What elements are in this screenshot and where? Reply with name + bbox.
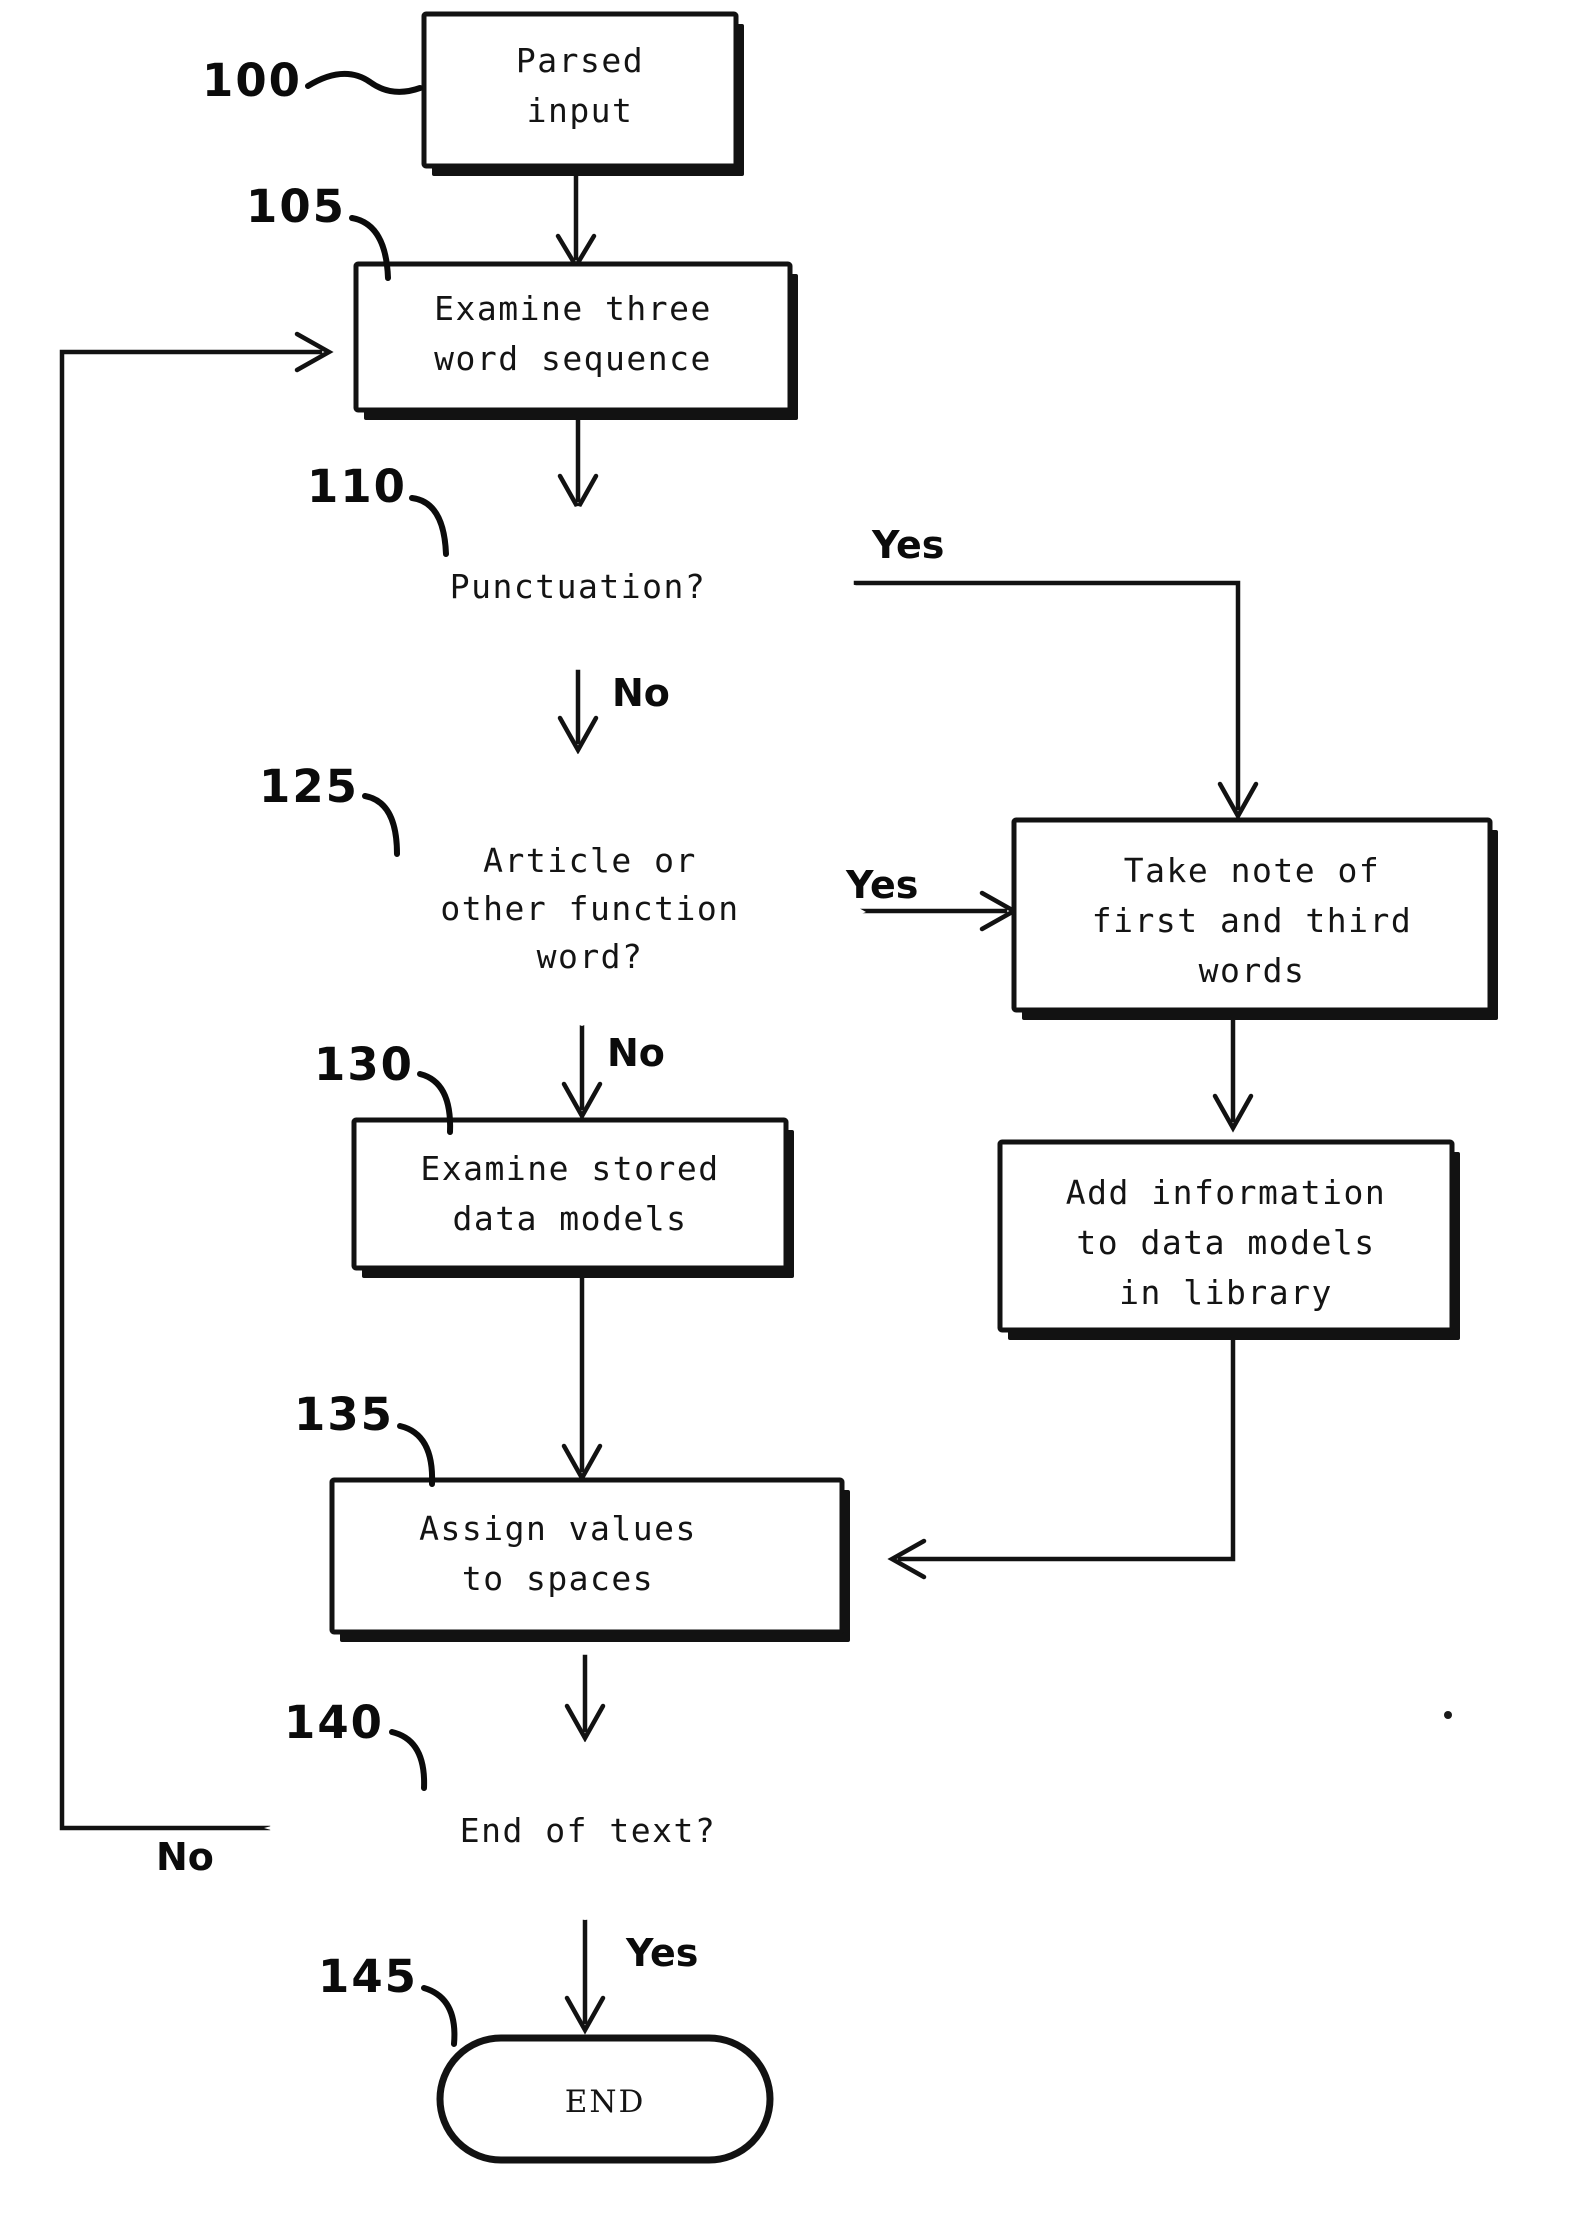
- node-add-information-line-2: to data models: [1076, 1223, 1375, 1262]
- node-examine-three-word-sequence[interactable]: Examine three word sequence: [353, 261, 798, 420]
- node-punctuation-decision[interactable]: Punctuation?: [300, 506, 858, 668]
- scan-speck: [1444, 1711, 1452, 1719]
- node-punctuation-label: Punctuation?: [450, 567, 706, 606]
- node-end-of-text-decision[interactable]: End of text?: [264, 1742, 938, 1920]
- branch-label-end-of-text-no: No: [156, 1835, 214, 1879]
- node-end-label: END: [565, 2084, 646, 2120]
- ref-numeral-145: 145: [318, 1950, 418, 2003]
- node-end-terminator[interactable]: END: [436, 2034, 774, 2164]
- node-add-information[interactable]: Add information to data models in librar…: [997, 1139, 1460, 1340]
- node-assign-values[interactable]: Assign values to spaces: [329, 1477, 850, 1642]
- branch-label-end-of-text-yes: Yes: [625, 1931, 698, 1975]
- branch-label-article-no: No: [607, 1031, 665, 1075]
- node-assign-values-line-1: Assign values: [419, 1509, 697, 1548]
- ref-numeral-140: 140: [284, 1696, 384, 1749]
- ref-numeral-135: 135: [294, 1388, 394, 1441]
- ref-numeral-100: 100: [202, 54, 302, 107]
- node-examine-three-word-sequence-line-1: Examine three: [434, 289, 712, 328]
- node-parsed-input[interactable]: Parsed input: [421, 11, 744, 176]
- ref-numeral-125: 125: [259, 760, 359, 813]
- figure-canvas: Parsed input Examine three word sequence…: [0, 0, 1572, 2217]
- node-add-information-line-3: in library: [1119, 1273, 1333, 1312]
- ref-numeral-110: 110: [307, 460, 407, 513]
- flowchart-svg: Parsed input Examine three word sequence…: [59, 11, 1498, 2164]
- node-parsed-input-line-1: Parsed: [516, 41, 644, 80]
- node-examine-stored-line-2: data models: [452, 1199, 687, 1238]
- node-parsed-input-line-2: input: [527, 91, 634, 130]
- node-take-note-line-3: words: [1199, 951, 1306, 990]
- node-take-note-line-1: Take note of: [1124, 851, 1380, 890]
- node-take-note[interactable]: Take note of first and third words: [1011, 817, 1498, 1020]
- node-article-label-line-3: word?: [537, 937, 644, 976]
- node-examine-three-word-sequence-line-2: word sequence: [434, 339, 712, 378]
- ref-numeral-105: 105: [246, 180, 346, 233]
- node-article-label-line-1: Article or: [483, 841, 697, 880]
- node-take-note-line-2: first and third: [1092, 901, 1413, 940]
- connectors: [59, 175, 1259, 2035]
- node-article-label-line-2: other function: [440, 889, 739, 928]
- node-add-information-line-1: Add information: [1066, 1173, 1387, 1212]
- node-assign-values-line-2: to spaces: [462, 1559, 654, 1598]
- ref-numeral-130: 130: [314, 1038, 414, 1091]
- branch-label-punctuation-yes: Yes: [871, 523, 944, 567]
- node-examine-stored-data-models[interactable]: Examine stored data models: [351, 1117, 794, 1278]
- branch-label-article-yes: Yes: [845, 863, 918, 907]
- node-end-of-text-label: End of text?: [460, 1811, 716, 1850]
- node-examine-stored-line-1: Examine stored: [420, 1149, 719, 1188]
- branch-label-punctuation-no: No: [612, 671, 670, 715]
